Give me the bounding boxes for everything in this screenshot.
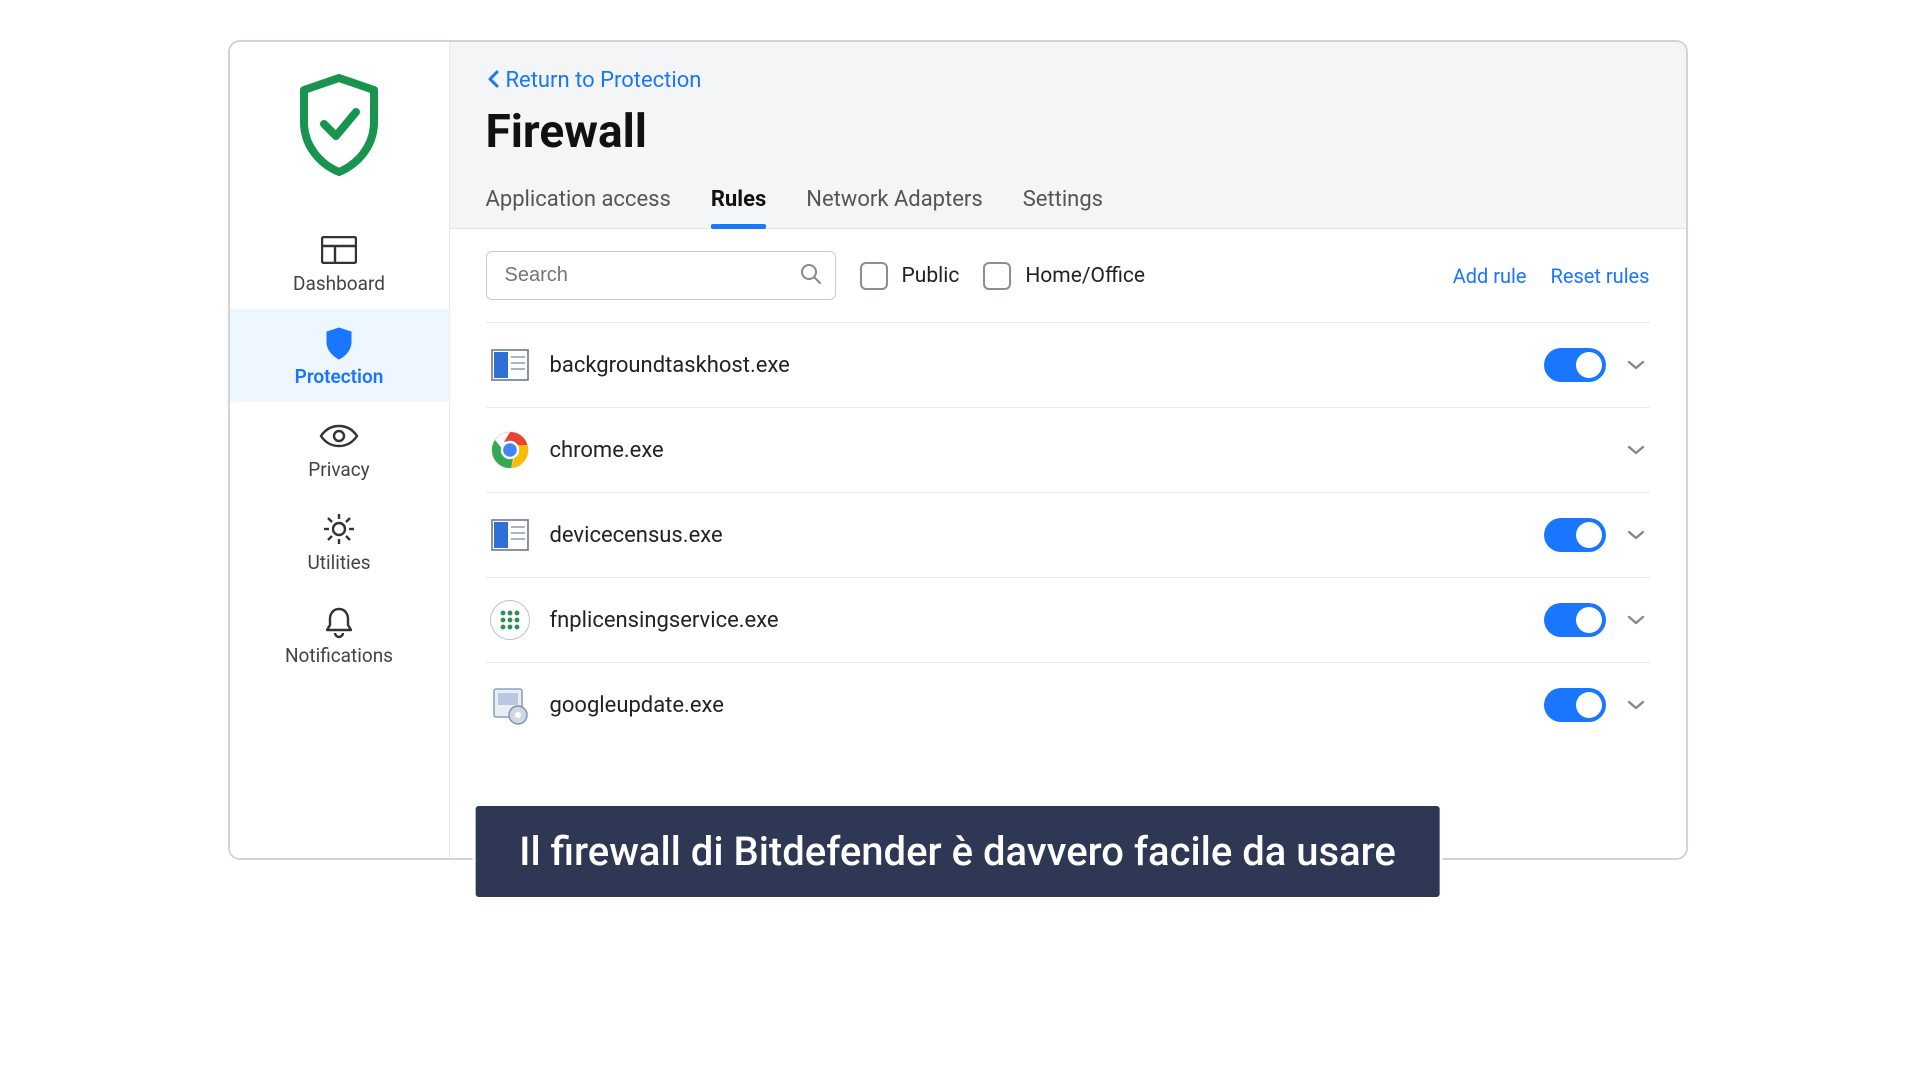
sidebar-item-utilities[interactable]: Utilities xyxy=(230,495,449,588)
rule-row: devicecensus.exe xyxy=(486,492,1650,577)
rule-row: chrome.exe xyxy=(486,407,1650,492)
dots-grid-icon xyxy=(490,600,530,640)
chevron-down-icon[interactable] xyxy=(1626,441,1646,460)
rule-name: googleupdate.exe xyxy=(550,693,1524,718)
sidebar-item-label: Protection xyxy=(295,365,384,388)
tab-application-access[interactable]: Application access xyxy=(486,177,671,228)
app-window: Dashboard Protection Privacy xyxy=(228,40,1688,860)
sidebar-item-notifications[interactable]: Notifications xyxy=(230,588,449,681)
app-window-icon xyxy=(490,515,530,555)
filter-public: Public xyxy=(860,262,960,290)
rule-toggle[interactable] xyxy=(1544,603,1606,637)
sidebar-item-label: Notifications xyxy=(285,644,393,667)
rules-toolbar: Public Home/Office Add rule Reset rules xyxy=(450,229,1686,322)
search-input[interactable] xyxy=(486,251,836,300)
filter-home-office: Home/Office xyxy=(983,262,1145,290)
rule-row: fnplicensingservice.exe xyxy=(486,577,1650,662)
chevron-down-icon[interactable] xyxy=(1626,611,1646,630)
back-link-label: Return to Protection xyxy=(506,68,702,93)
search-box xyxy=(486,251,836,300)
app-logo-shield-icon xyxy=(294,72,384,176)
rule-name: backgroundtaskhost.exe xyxy=(550,353,1524,378)
sidebar-item-label: Dashboard xyxy=(293,272,385,295)
overlay-caption: Il firewall di Bitdefender è davvero fac… xyxy=(472,803,1443,900)
add-rule-button[interactable]: Add rule xyxy=(1453,264,1527,288)
sidebar-item-label: Privacy xyxy=(308,458,369,481)
shield-check-icon xyxy=(319,327,359,359)
chevron-down-icon[interactable] xyxy=(1626,356,1646,375)
dashboard-icon xyxy=(319,234,359,266)
bell-icon xyxy=(319,606,359,638)
public-checkbox[interactable] xyxy=(860,262,888,290)
chevron-down-icon[interactable] xyxy=(1626,526,1646,545)
rules-list: backgroundtaskhost.exe chrome.exe xyxy=(450,322,1686,747)
tab-rules[interactable]: Rules xyxy=(711,177,766,228)
sidebar: Dashboard Protection Privacy xyxy=(230,42,450,858)
rule-toggle[interactable] xyxy=(1544,688,1606,722)
rule-toggle[interactable] xyxy=(1544,348,1606,382)
rule-row: googleupdate.exe xyxy=(486,662,1650,747)
rule-name: fnplicensingservice.exe xyxy=(550,608,1524,633)
tab-settings[interactable]: Settings xyxy=(1023,177,1103,228)
app-window-icon xyxy=(490,345,530,385)
sidebar-nav: Dashboard Protection Privacy xyxy=(230,216,449,681)
home-office-label: Home/Office xyxy=(1025,264,1145,288)
sidebar-item-privacy[interactable]: Privacy xyxy=(230,402,449,495)
tab-network-adapters[interactable]: Network Adapters xyxy=(806,177,982,228)
sidebar-item-dashboard[interactable]: Dashboard xyxy=(230,216,449,309)
reset-rules-button[interactable]: Reset rules xyxy=(1551,264,1650,288)
tabs: Application access Rules Network Adapter… xyxy=(486,177,1650,228)
page-title: Firewall xyxy=(486,105,1650,159)
chevron-left-icon xyxy=(486,69,500,93)
main-panel: Return to Protection Firewall Applicatio… xyxy=(450,42,1686,858)
public-label: Public xyxy=(902,264,960,288)
chrome-icon xyxy=(490,430,530,470)
page-header: Return to Protection Firewall Applicatio… xyxy=(450,42,1686,229)
eye-icon xyxy=(319,420,359,452)
sidebar-item-label: Utilities xyxy=(307,551,370,574)
sidebar-item-protection[interactable]: Protection xyxy=(230,309,449,402)
back-to-protection-link[interactable]: Return to Protection xyxy=(486,68,702,93)
chevron-down-icon[interactable] xyxy=(1626,696,1646,715)
rule-toggle[interactable] xyxy=(1544,518,1606,552)
home-office-checkbox[interactable] xyxy=(983,262,1011,290)
search-icon xyxy=(800,263,822,289)
rule-name: devicecensus.exe xyxy=(550,523,1524,548)
rule-row: backgroundtaskhost.exe xyxy=(486,322,1650,407)
rule-toggle-empty xyxy=(1544,433,1606,467)
installer-box-icon xyxy=(490,685,530,725)
rule-name: chrome.exe xyxy=(550,438,1524,463)
gear-icon xyxy=(319,513,359,545)
